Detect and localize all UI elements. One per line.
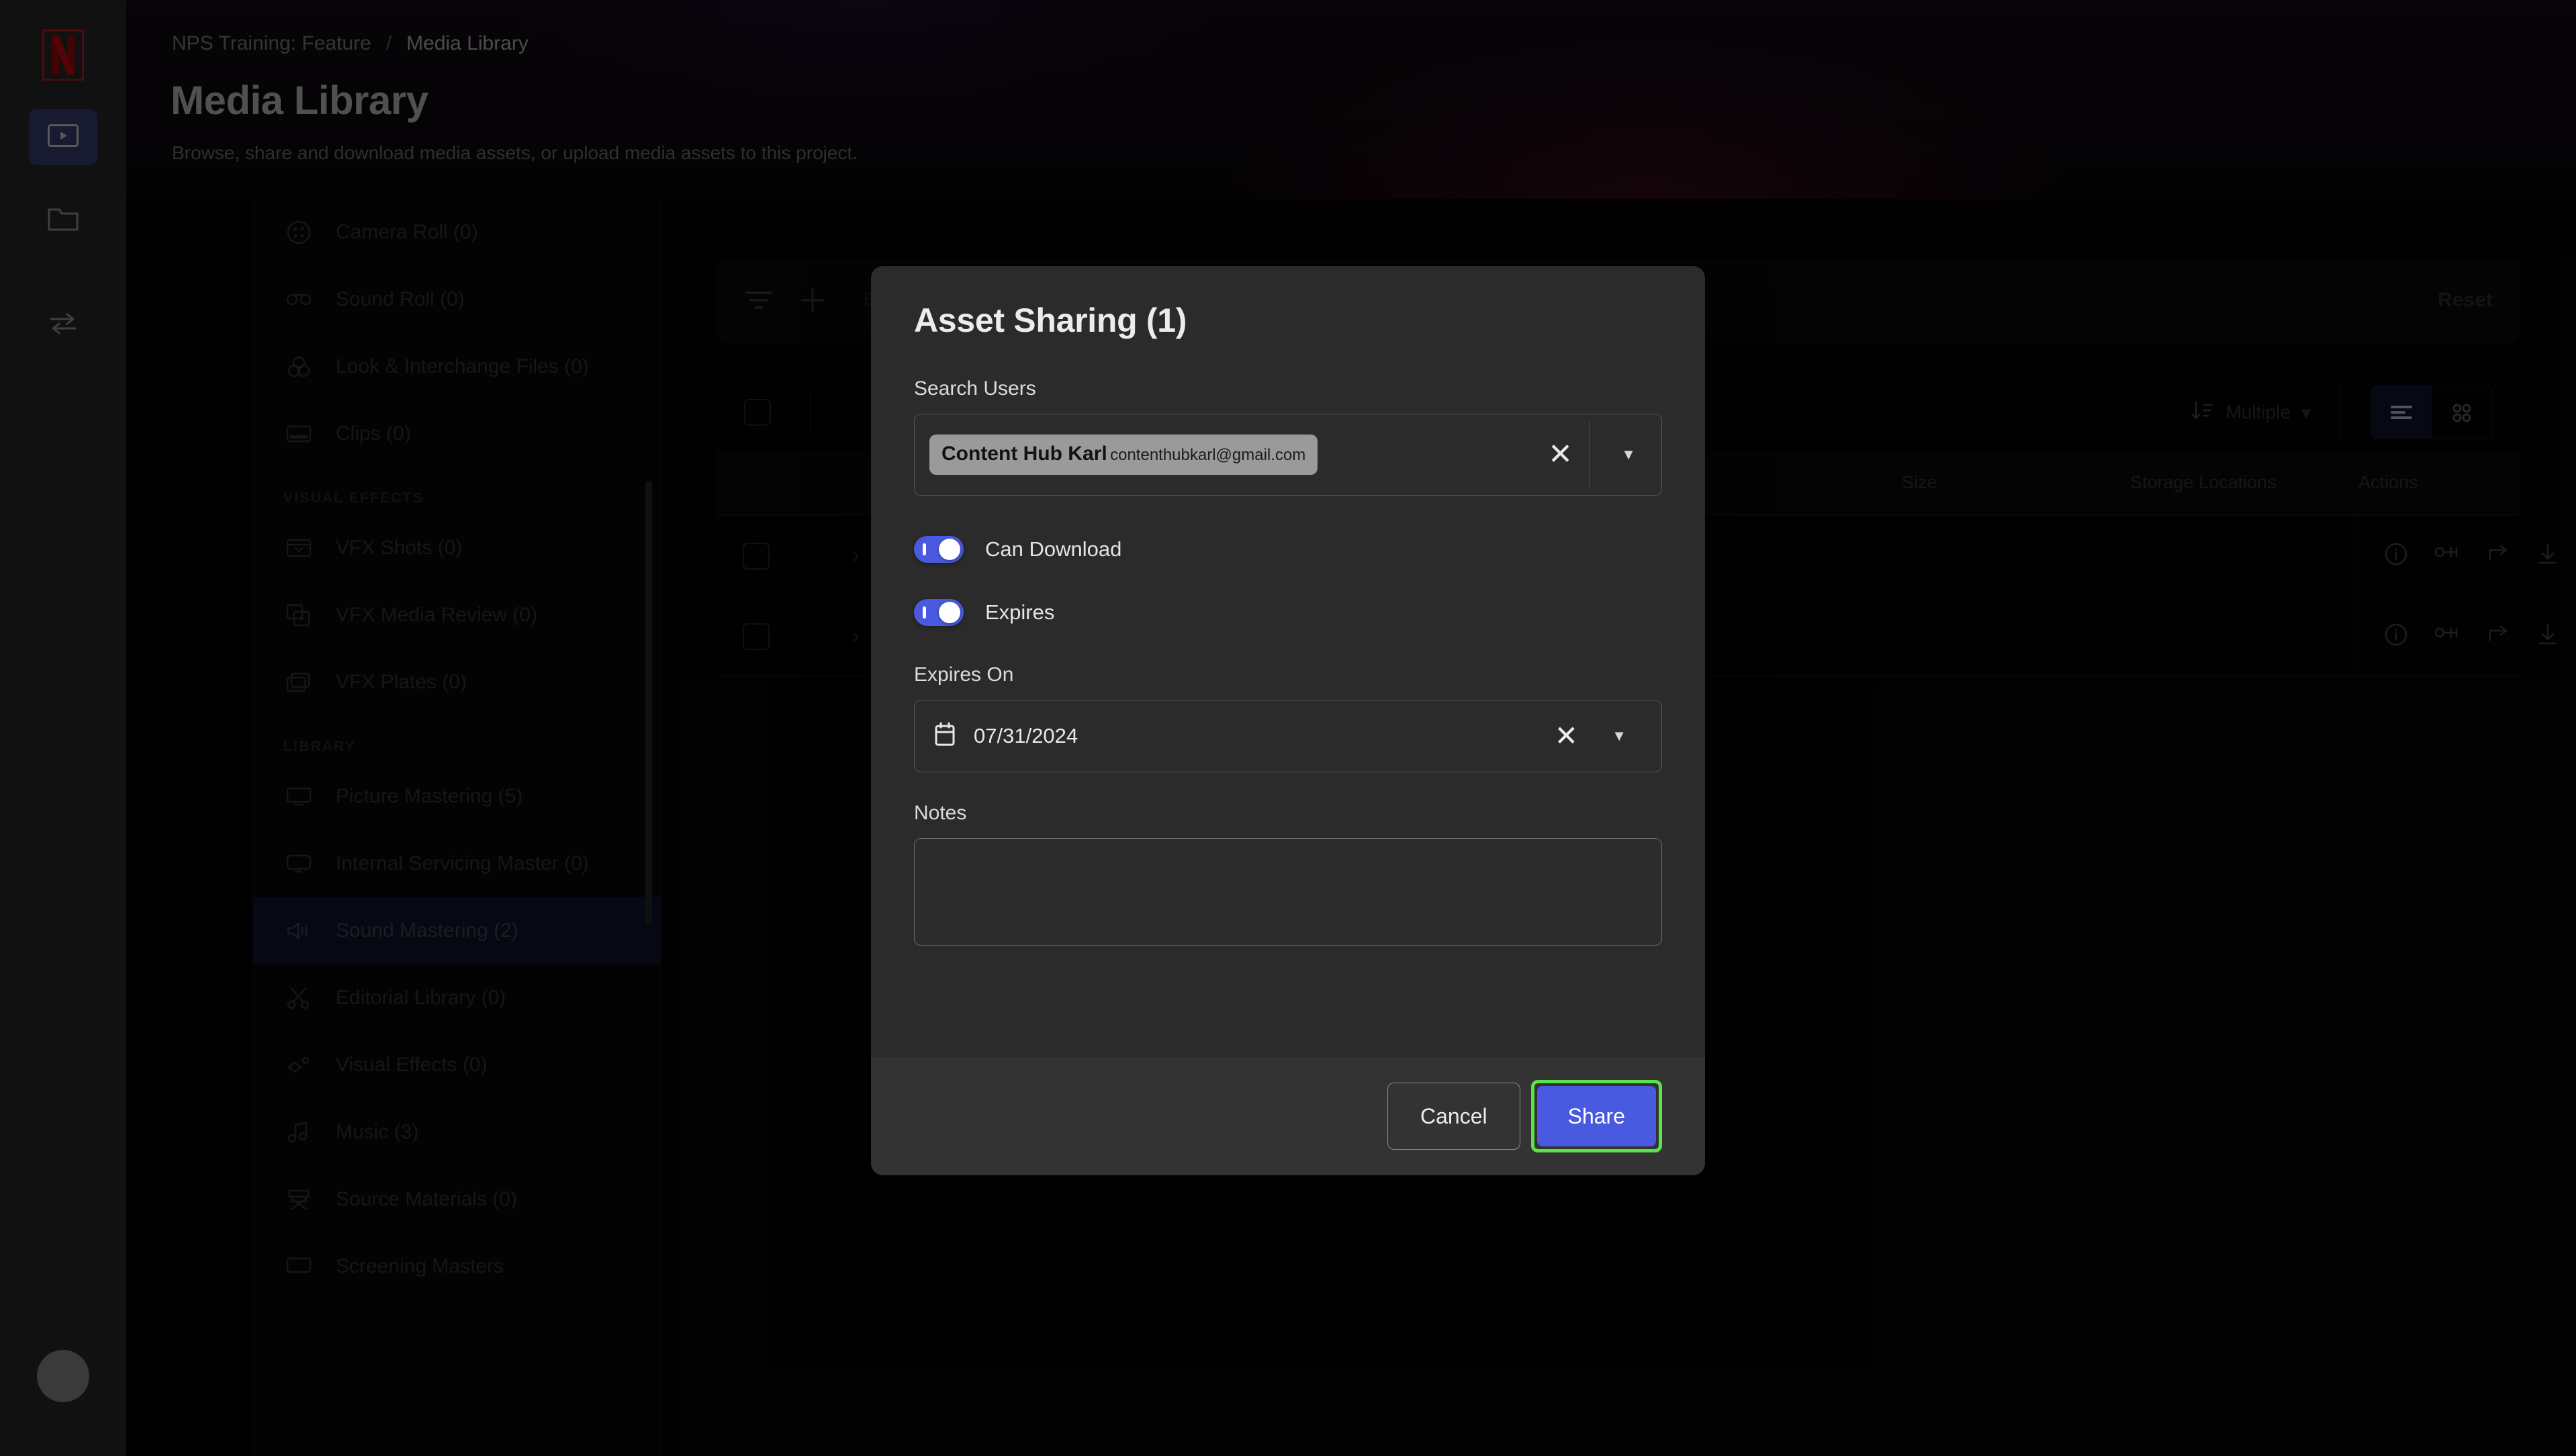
expires-label: Expires xyxy=(985,600,1055,624)
notes-textarea[interactable] xyxy=(914,838,1662,946)
chevron-down-icon[interactable]: ▼ xyxy=(1612,727,1626,745)
expires-row[interactable]: Expires xyxy=(914,599,1662,626)
app-root: NPS Training: Feature / Media Library Me… xyxy=(0,0,2576,1456)
dialog-footer: Cancel Share xyxy=(871,1057,1705,1175)
expires-on-input[interactable]: 07/31/2024 ✕ ▼ xyxy=(914,700,1662,772)
chip-user-name: Content Hub Karl xyxy=(941,443,1107,465)
calendar-icon[interactable] xyxy=(933,722,956,751)
chevron-down-icon[interactable]: ▼ xyxy=(1621,446,1636,463)
selected-user-chip[interactable]: Content Hub Karl contenthubkarl@gmail.co… xyxy=(929,435,1318,475)
expires-on-label: Expires On xyxy=(914,664,1014,686)
search-users-input[interactable]: Content Hub Karl contenthubkarl@gmail.co… xyxy=(914,414,1662,496)
chip-user-email: contenthubkarl@gmail.com xyxy=(1110,446,1306,465)
can-download-label: Can Download xyxy=(985,537,1122,561)
close-icon[interactable]: ✕ xyxy=(1548,440,1573,469)
can-download-toggle[interactable] xyxy=(914,536,964,563)
share-button-focus-ring: Share xyxy=(1530,1080,1662,1152)
share-button[interactable]: Share xyxy=(1536,1086,1656,1146)
asset-sharing-dialog: Asset Sharing (1) Search Users Content H… xyxy=(871,266,1705,1175)
dialog-body: Asset Sharing (1) Search Users Content H… xyxy=(871,266,1705,1057)
expires-toggle[interactable] xyxy=(914,599,964,626)
cancel-button[interactable]: Cancel xyxy=(1387,1083,1520,1150)
notes-label: Notes xyxy=(914,802,967,824)
dialog-title: Asset Sharing (1) xyxy=(914,302,1187,339)
can-download-row[interactable]: Can Download xyxy=(914,536,1662,563)
expires-on-value: 07/31/2024 xyxy=(974,724,1078,747)
close-icon[interactable]: ✕ xyxy=(1555,722,1578,750)
search-users-label: Search Users xyxy=(914,377,1036,400)
